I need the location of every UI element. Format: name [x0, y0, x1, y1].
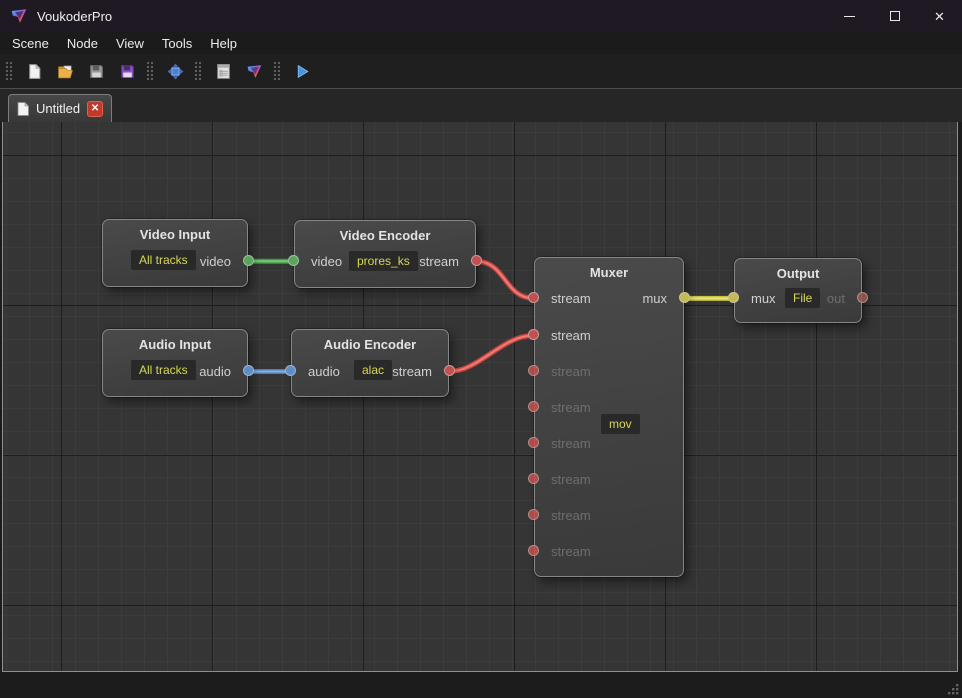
port-label-mux: mux	[751, 290, 776, 308]
log-icon	[215, 63, 232, 80]
muxer-stream-in-port[interactable]	[528, 509, 539, 520]
toolbar-fit-view-button[interactable]	[162, 58, 189, 85]
port-label-stream: stream	[551, 327, 591, 345]
app-window: VoukoderPro ✕ SceneNodeViewToolsHelp Unt…	[0, 0, 962, 698]
video-input-value-box: All tracks	[131, 250, 196, 270]
menu-help[interactable]: Help	[201, 34, 246, 53]
audio-input-value-box: All tracks	[131, 360, 196, 380]
voukoderpro-logo-icon	[10, 7, 28, 25]
document-icon	[17, 102, 29, 116]
node-title-audio-encoder: Audio Encoder	[292, 330, 448, 352]
output-mux-in-port[interactable]	[728, 292, 739, 303]
toolbar-grip-handle[interactable]	[273, 61, 281, 82]
window-controls: ✕	[827, 0, 962, 32]
port-label-stream: stream	[551, 507, 591, 525]
toolbar	[0, 54, 962, 88]
port-label-stream: stream	[551, 471, 591, 489]
status-bar	[0, 672, 962, 698]
node-title-audio-input: Audio Input	[103, 330, 247, 352]
node-title-video-encoder: Video Encoder	[295, 221, 475, 243]
node-audio-encoder[interactable]: Audio Encoder audio streamalac	[291, 329, 449, 397]
port-label-stream: stream	[392, 363, 432, 381]
muxer-stream-in-port[interactable]	[528, 545, 539, 556]
audio-input-audio-out-port[interactable]	[243, 365, 254, 376]
node-video-encoder[interactable]: Video Encoder video streamprores_ks	[294, 220, 476, 288]
toolbar-open-folder-button[interactable]	[52, 58, 79, 85]
audio-encoder-value-box: alac	[354, 360, 392, 380]
muxer-mux-out-port[interactable]	[679, 292, 690, 303]
node-muxer[interactable]: Muxer stream stream stream stream stream strea…	[534, 257, 684, 577]
audio-encoder-stream-out-port[interactable]	[444, 365, 455, 376]
muxer-stream-in-port[interactable]	[528, 401, 539, 412]
menu-view[interactable]: View	[107, 34, 153, 53]
open-folder-icon	[57, 63, 74, 80]
muxer-stream-in-port[interactable]	[528, 473, 539, 484]
voukoderpro-logo-icon	[246, 63, 263, 80]
video-encoder-stream-out-port[interactable]	[471, 255, 482, 266]
node-title-output: Output	[735, 259, 861, 281]
port-label-stream: stream	[551, 543, 591, 561]
toolbar-grip-handle[interactable]	[146, 61, 154, 82]
menu-bar: SceneNodeViewToolsHelp	[0, 32, 962, 54]
muxer-stream-in-port[interactable]	[528, 437, 539, 448]
node-audio-input[interactable]: Audio Input audioAll tracks	[102, 329, 248, 397]
menu-tools[interactable]: Tools	[153, 34, 201, 53]
video-encoder-value-box: prores_ks	[349, 251, 418, 271]
muxer-stream-in-port[interactable]	[528, 329, 539, 340]
maximize-button[interactable]	[872, 0, 917, 32]
output-out-out-port[interactable]	[857, 292, 868, 303]
window-title: VoukoderPro	[37, 9, 112, 24]
port-label-stream: stream	[551, 290, 591, 308]
tab-untitled[interactable]: Untitled ✕	[8, 94, 112, 122]
toolbar-new-file-button[interactable]	[21, 58, 48, 85]
port-label-video: video	[311, 253, 342, 271]
connection-video-encoder-to-muxer[interactable]	[476, 261, 534, 298]
port-label-stream: stream	[551, 399, 591, 417]
port-label-stream: stream	[551, 363, 591, 381]
toolbar-save-as-button[interactable]	[114, 58, 141, 85]
video-input-video-out-port[interactable]	[243, 255, 254, 266]
muxer-stream-in-port[interactable]	[528, 365, 539, 376]
minimize-button[interactable]	[827, 0, 872, 32]
node-output[interactable]: Output mux out File	[734, 258, 862, 323]
resize-grip[interactable]	[944, 680, 960, 696]
node-title-video-input: Video Input	[103, 220, 247, 242]
menu-scene[interactable]: Scene	[3, 34, 58, 53]
tab-label: Untitled	[36, 101, 80, 116]
toolbar-grip-handle[interactable]	[5, 61, 13, 82]
save-as-icon	[119, 63, 136, 80]
port-label-mux: mux	[642, 290, 667, 308]
toolbar-voukoderpro-logo-button[interactable]	[241, 58, 268, 85]
connection-audio-encoder-to-muxer[interactable]	[449, 335, 534, 371]
port-label-out: out	[827, 290, 845, 308]
node-title-muxer: Muxer	[535, 258, 683, 280]
port-label-stream: stream	[551, 435, 591, 453]
muxer-value-box: mov	[601, 414, 640, 434]
port-label-stream: stream	[419, 253, 459, 271]
fit-view-icon	[167, 63, 184, 80]
toolbar-run-button[interactable]	[289, 58, 316, 85]
menu-node[interactable]: Node	[58, 34, 107, 53]
new-file-icon	[26, 63, 43, 80]
video-encoder-video-in-port[interactable]	[288, 255, 299, 266]
title-bar: VoukoderPro ✕	[0, 0, 962, 32]
port-label-audio: audio	[308, 363, 340, 381]
toolbar-log-button[interactable]	[210, 58, 237, 85]
toolbar-save-button[interactable]	[83, 58, 110, 85]
node-canvas[interactable]: Video InputvideoAll tracksVideo Encoderv…	[2, 122, 958, 672]
node-video-input[interactable]: Video Input videoAll tracks	[102, 219, 248, 287]
tab-bar: Untitled ✕	[0, 88, 962, 122]
muxer-stream-in-port[interactable]	[528, 292, 539, 303]
toolbar-grip-handle[interactable]	[194, 61, 202, 82]
audio-encoder-audio-in-port[interactable]	[285, 365, 296, 376]
close-button[interactable]: ✕	[917, 0, 962, 32]
tab-close-icon[interactable]: ✕	[87, 101, 103, 117]
port-label-video: video	[200, 253, 231, 271]
port-label-audio: audio	[199, 363, 231, 381]
save-icon	[88, 63, 105, 80]
output-value-box: File	[785, 288, 820, 308]
run-icon	[294, 63, 311, 80]
